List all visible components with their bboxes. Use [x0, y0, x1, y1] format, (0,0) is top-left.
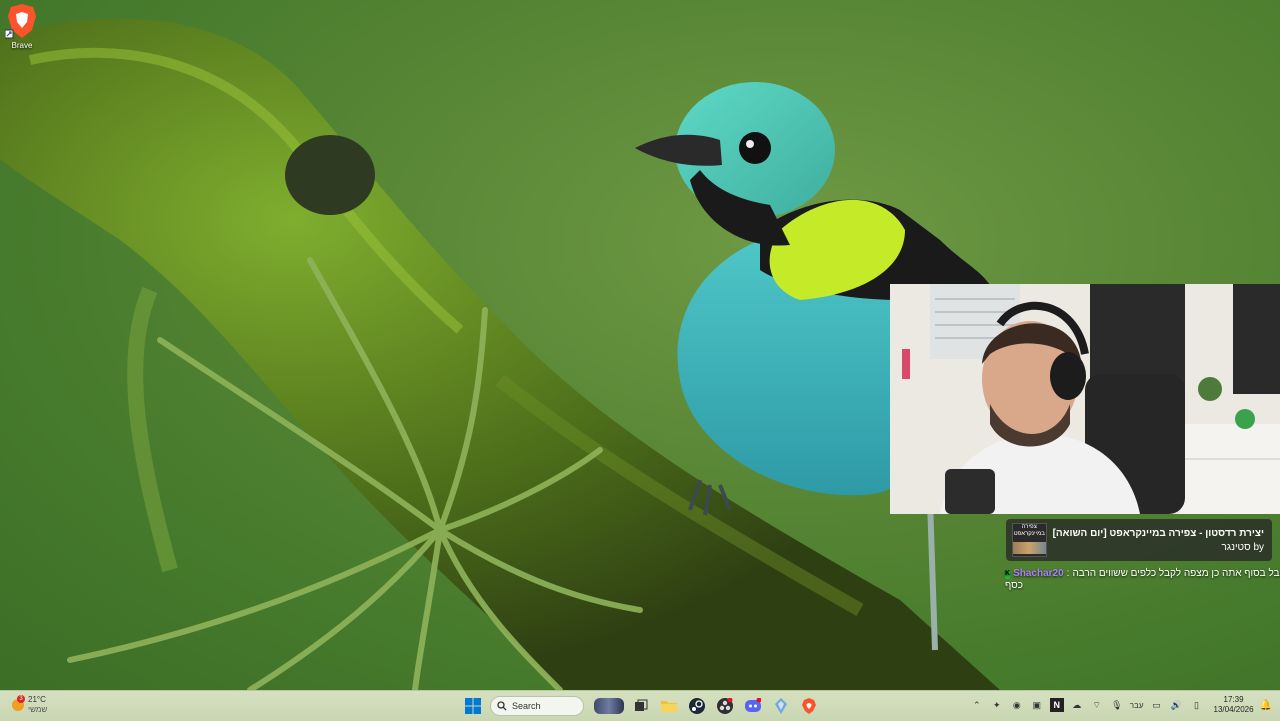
taskbar-search[interactable]: Search — [490, 696, 584, 716]
chat-line: K Shachar20 : אבל בסוף אתה כן מצפה לקבל … — [1005, 568, 1280, 580]
battery-icon[interactable]: ▯ — [1190, 698, 1204, 712]
now-playing-author: by סטינגר — [1221, 541, 1265, 553]
vpn-icon[interactable]: ◉ — [1010, 698, 1024, 712]
microphone-icon[interactable]: 🎙 — [1110, 698, 1124, 712]
obs-icon[interactable] — [714, 695, 736, 717]
thumbnail-caption: צפירה במיינקראפט — [1013, 524, 1045, 537]
chat-message: K Shachar20 : אבל בסוף אתה כן מצפה לקבל … — [1005, 568, 1280, 592]
system-tray: ⌃ ✦ ◉ ▣ N ☁ ⌔ 🎙 עבר ▭ 🔊 ▯ 17:39 13/04/20… — [970, 695, 1272, 715]
volume-icon[interactable]: 🔊 — [1170, 698, 1184, 712]
brave-icon[interactable] — [798, 695, 820, 717]
steam-icon[interactable] — [686, 695, 708, 717]
brave-lion-icon — [4, 2, 39, 40]
chat-text: אבל בסוף אתה כן מצפה לקבל כלפים ששווים ה… — [1072, 568, 1280, 579]
chat-text-continued: כסף — [1005, 580, 1023, 591]
chat-separator: : — [1066, 568, 1070, 579]
clock-date: 13/04/2026 — [1213, 705, 1254, 714]
wifi-tray-icon[interactable]: ⌔ — [1090, 698, 1104, 712]
app-icon[interactable] — [770, 695, 792, 717]
weather-badge: 3 — [17, 695, 25, 703]
search-placeholder: Search — [512, 701, 541, 711]
thumbnail-image — [1012, 542, 1046, 554]
cloud-icon[interactable]: ☁ — [1070, 698, 1084, 712]
weather-widget[interactable]: 3 21°C שמשי — [12, 695, 47, 715]
weather-temp: 21°C — [28, 695, 46, 704]
desktop-icon-brave[interactable]: Brave — [2, 2, 42, 54]
clock-time: 17:39 — [1223, 695, 1244, 704]
task-view-icon[interactable] — [630, 695, 652, 717]
display-icon[interactable]: ▣ — [1030, 698, 1044, 712]
chevron-up-icon[interactable]: ⌃ — [970, 698, 984, 712]
notion-icon[interactable]: N — [1049, 698, 1064, 712]
kick-badge-icon: K — [1005, 569, 1011, 579]
taskbar-apps: Search — [462, 695, 820, 717]
sun-icon: 3 — [12, 695, 25, 711]
network-icon[interactable]: ▭ — [1150, 698, 1164, 712]
language-indicator[interactable]: עבר — [1130, 701, 1144, 710]
notification-bell-icon[interactable]: 🔔 — [1260, 700, 1272, 711]
search-highlight-image[interactable] — [594, 698, 624, 714]
windows-start-icon[interactable] — [462, 695, 484, 717]
tray-app-icon[interactable]: ✦ — [990, 698, 1004, 712]
now-playing-title: יצירת רדסטון - צפירה במיינקראפט [יום השו… — [1052, 527, 1264, 539]
chat-username: Shachar20 — [1013, 568, 1064, 579]
weather-condition: שמשי — [28, 705, 48, 714]
now-playing-card: יצירת רדסטון - צפירה במיינקראפט [יום השו… — [1006, 519, 1272, 561]
clock[interactable]: 17:39 13/04/2026 — [1214, 695, 1254, 715]
search-icon — [497, 701, 507, 711]
now-playing-text: יצירת רדסטון - צפירה במיינקראפט [יום השו… — [1053, 528, 1264, 553]
webcam-overlay — [890, 284, 1280, 514]
now-playing-thumbnail: צפירה במיינקראפט — [1012, 523, 1047, 557]
discord-icon[interactable] — [742, 695, 764, 717]
file-explorer-icon[interactable] — [658, 695, 680, 717]
taskbar: 3 21°C שמשי Search ⌃ ✦ ◉ ▣ N ☁ ⌔ 🎙 עבר ▭… — [0, 690, 1280, 721]
desktop-icon-label: Brave — [11, 41, 33, 50]
